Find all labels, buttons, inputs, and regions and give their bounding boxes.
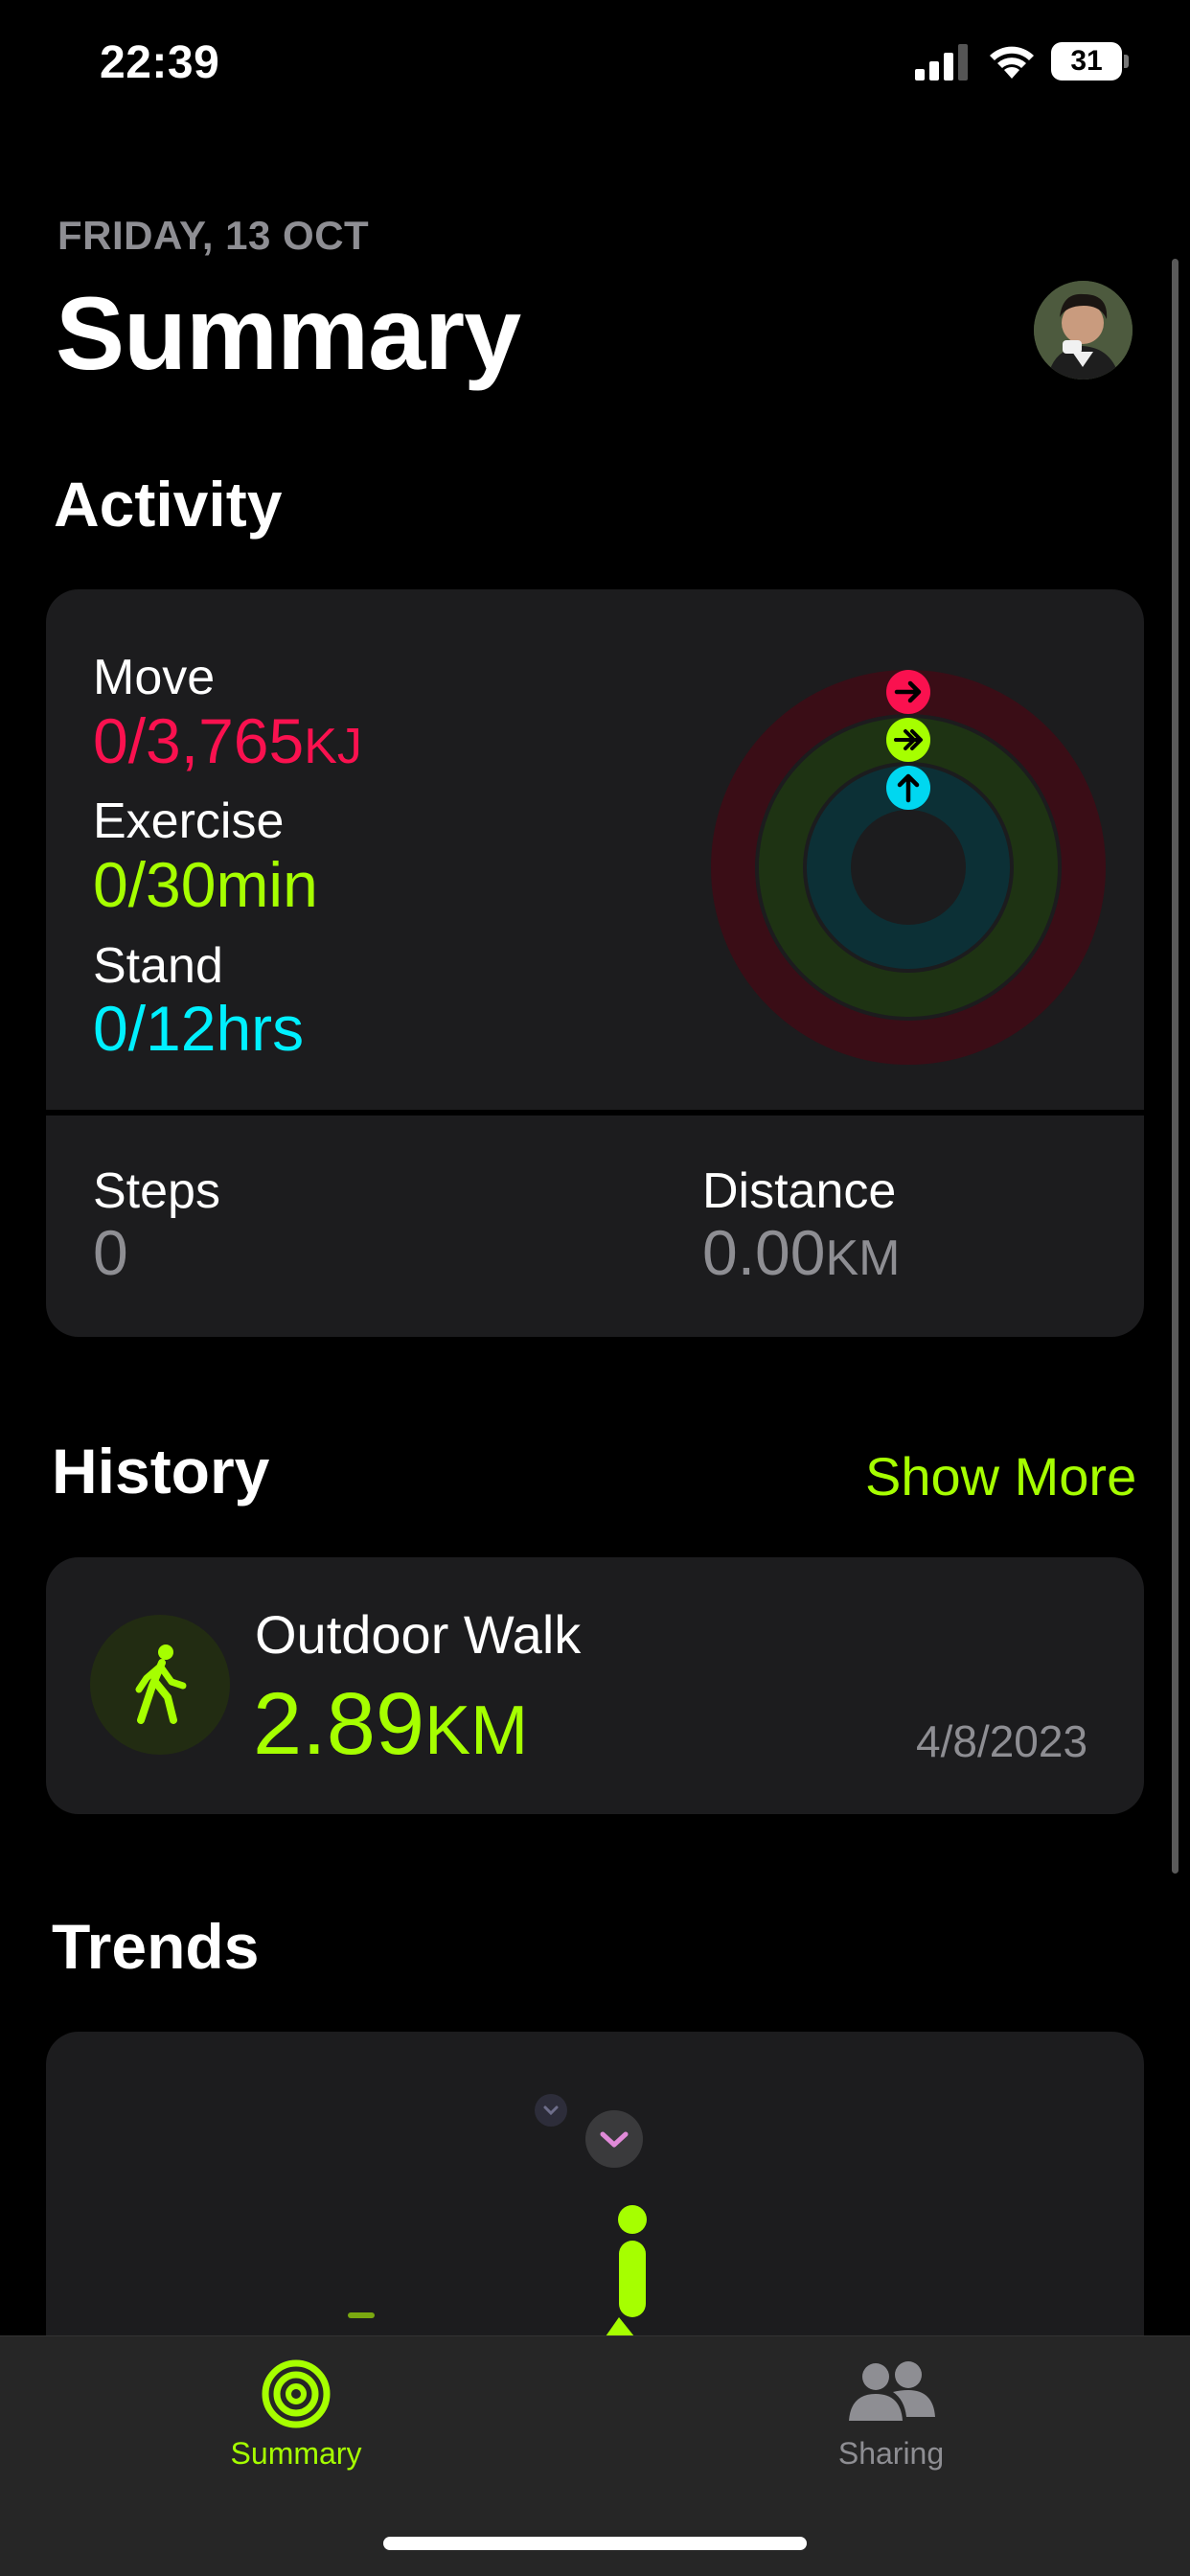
page-title: Summary [56, 275, 521, 391]
battery-icon: 31 [1051, 42, 1129, 80]
activity-rings-icon [262, 2359, 331, 2428]
stand-arrow-icon [886, 766, 930, 810]
history-workout-card[interactable]: Outdoor Walk 2.89KM 4/8/2023 [46, 1557, 1144, 1814]
exercise-value: 0/30min [93, 849, 318, 920]
activity-card[interactable]: Move 0/3,765KJ Exercise 0/30min Stand 0/… [46, 589, 1144, 1337]
trend-down-chevron-icon [585, 2110, 643, 2168]
walking-figure-icon [90, 1615, 230, 1755]
tab-summary[interactable]: Summary [152, 2358, 440, 2482]
move-unit: KJ [304, 719, 362, 774]
battery-cap [1124, 55, 1129, 68]
cellular-signal-icon [915, 44, 968, 80]
wifi-icon [990, 46, 1034, 79]
move-arrow-icon [886, 670, 930, 714]
workout-distance: 2.89KM [253, 1674, 528, 1775]
move-label: Move [93, 650, 216, 705]
date-label: FRIDAY, 13 OCT [57, 213, 370, 258]
history-section-title: History [52, 1436, 270, 1506]
avatar[interactable] [1034, 281, 1133, 380]
exercise-label: Exercise [93, 794, 285, 849]
activity-divider [46, 1110, 1144, 1116]
stand-label: Stand [93, 938, 223, 994]
steps-label: Steps [93, 1163, 220, 1219]
show-more-button[interactable]: Show More [865, 1445, 1136, 1507]
distance-value: 0.00KM [702, 1216, 900, 1289]
exercise-arrow-icon [886, 718, 930, 762]
distance-unit: KM [825, 1230, 901, 1286]
distance-label: Distance [702, 1163, 897, 1219]
standing-figure-icon [606, 2205, 647, 2336]
avatar-photo [1034, 281, 1133, 380]
home-indicator[interactable] [383, 2537, 807, 2550]
battery-level: 31 [1051, 42, 1122, 80]
scroll-indicator[interactable] [1172, 259, 1179, 1874]
workout-distance-unit: KM [424, 1692, 529, 1769]
tab-sharing-label: Sharing [837, 2436, 945, 2471]
status-bar: 22:39 31 [0, 0, 1190, 134]
trends-section-title: Trends [52, 1911, 260, 1982]
status-time: 22:39 [100, 37, 220, 88]
move-value-number: 0/3,765 [93, 705, 305, 776]
stand-value: 0/12hrs [93, 993, 305, 1064]
workout-date: 4/8/2023 [916, 1716, 1088, 1766]
trend-dash-marker [348, 2312, 375, 2318]
tab-summary-label: Summary [230, 2436, 362, 2471]
activity-rings [711, 670, 1106, 1065]
workout-name: Outdoor Walk [255, 1604, 582, 1665]
steps-value: 0 [93, 1217, 128, 1288]
move-value: 0/3,765KJ [93, 704, 362, 777]
distance-number: 0.00 [702, 1217, 826, 1288]
activity-section-title: Activity [54, 469, 283, 540]
tab-sharing[interactable]: Sharing [747, 2358, 1035, 2482]
people-icon [849, 2361, 935, 2421]
workout-distance-number: 2.89 [253, 1675, 425, 1773]
trend-small-chevron-icon [535, 2094, 567, 2127]
stand-ring [807, 766, 1010, 969]
